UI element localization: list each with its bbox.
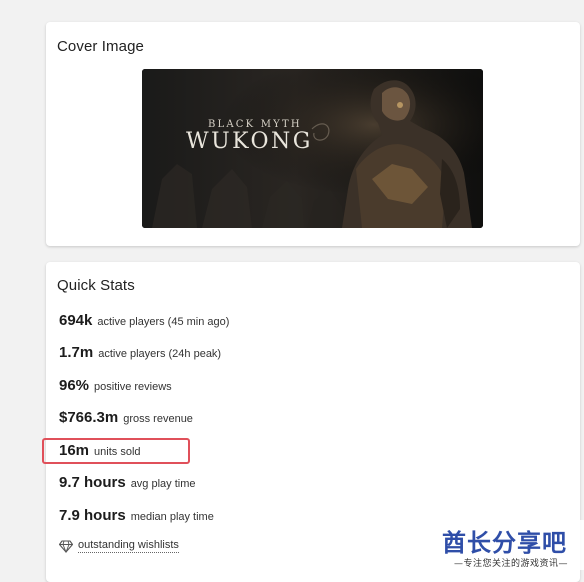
watermark-logo-text: 酋长分享吧 xyxy=(442,529,567,557)
stat-label: active players (45 min ago) xyxy=(97,316,230,328)
stat-label: median play time xyxy=(130,511,214,523)
stat-value: 7.9 hours xyxy=(59,507,126,524)
stat-value: 694k xyxy=(59,312,93,329)
wishlist-row: outstanding wishlists xyxy=(58,539,179,553)
stat-label: active players (24h peak) xyxy=(98,348,222,360)
watermark-tagline: —专注您关注的游戏资讯— xyxy=(454,559,569,569)
stat-label: units sold xyxy=(94,446,141,458)
stat-value: 1.7m xyxy=(59,344,94,361)
stat-label: avg play time xyxy=(130,478,196,490)
stat-value: $766.3m xyxy=(59,409,119,426)
cover-image-card: Cover Image BLACK MYTH WUKONG xyxy=(46,22,580,246)
stat-positive-reviews: 96% positive reviews xyxy=(59,377,172,399)
stat-value: 96% xyxy=(59,377,90,394)
stat-avg-play-time: 9.7 hours avg play time xyxy=(59,474,196,496)
stat-gross-revenue: $766.3m gross revenue xyxy=(59,409,193,431)
game-cover-image: BLACK MYTH WUKONG xyxy=(142,69,483,228)
diamond-icon xyxy=(58,539,74,553)
cover-image-title: Cover Image xyxy=(57,38,144,55)
stat-value: 16m xyxy=(59,442,90,459)
stat-value: 9.7 hours xyxy=(59,474,126,491)
watermark: 酋长分享吧 —专注您关注的游戏资讯— xyxy=(440,520,584,570)
quick-stats-title: Quick Stats xyxy=(57,277,135,294)
stat-active-players-peak: 1.7m active players (24h peak) xyxy=(59,344,221,366)
stat-label: positive reviews xyxy=(94,381,172,393)
outstanding-wishlists-link[interactable]: outstanding wishlists xyxy=(78,539,179,553)
cover-logo-title: WUKONG xyxy=(186,129,313,154)
stat-active-players-now: 694k active players (45 min ago) xyxy=(59,312,229,334)
stat-label: gross revenue xyxy=(123,413,193,425)
stat-median-play-time: 7.9 hours median play time xyxy=(59,507,214,529)
stat-units-sold: 16m units sold xyxy=(59,442,141,464)
